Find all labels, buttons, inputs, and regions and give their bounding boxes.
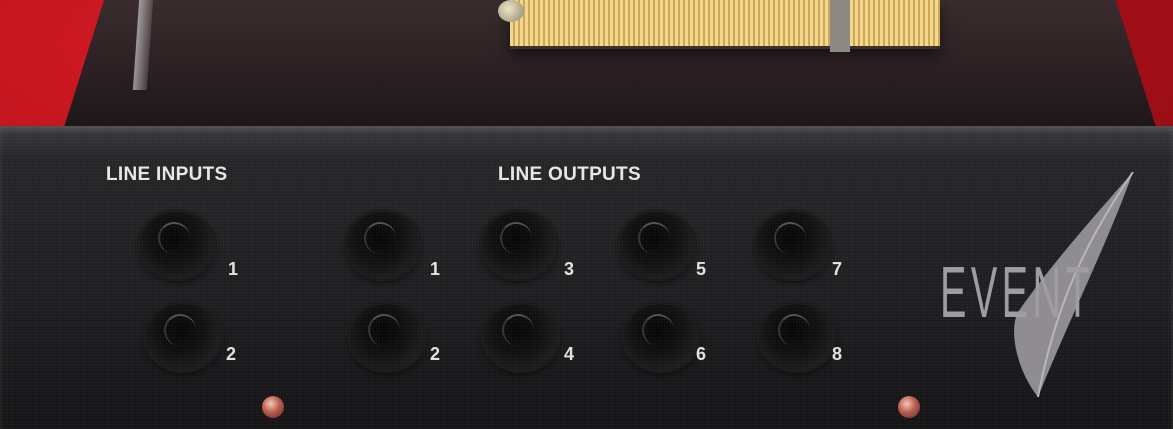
input-jack-2[interactable] <box>146 304 220 370</box>
output-number-5: 5 <box>696 259 707 279</box>
output-number-3: 3 <box>564 259 575 279</box>
card-bracket <box>830 0 850 52</box>
output-number-1: 1 <box>430 259 441 279</box>
output-jack-8[interactable] <box>760 304 834 370</box>
input-number-1: 1 <box>228 259 239 279</box>
output-number-4: 4 <box>564 344 575 364</box>
audio-card-connector <box>510 0 940 49</box>
line-inputs-label: LINE INPUTS <box>106 164 228 185</box>
knob <box>498 0 524 22</box>
output-jack-4[interactable] <box>484 304 558 370</box>
input-number-2: 2 <box>226 344 237 364</box>
input-jack-1[interactable] <box>140 212 214 278</box>
output-jack-2[interactable] <box>350 304 424 370</box>
output-number-2: 2 <box>430 344 441 364</box>
line-outputs-label: LINE OUTPUTS <box>498 164 641 185</box>
panel-screw-left <box>262 396 284 418</box>
output-jack-5[interactable] <box>620 212 694 278</box>
panel-screw-right <box>898 396 920 418</box>
brand-logo: EVENT <box>940 253 1095 333</box>
output-number-6: 6 <box>696 344 707 364</box>
output-jack-7[interactable] <box>756 212 830 278</box>
output-jack-6[interactable] <box>624 304 698 370</box>
output-jack-1[interactable] <box>346 212 420 278</box>
output-jack-3[interactable] <box>482 212 556 278</box>
product-photo: LINE INPUTS LINE OUTPUTS 1 2 1 2 3 4 5 6… <box>0 0 1173 429</box>
output-number-7: 7 <box>832 259 843 279</box>
output-number-8: 8 <box>832 344 843 364</box>
